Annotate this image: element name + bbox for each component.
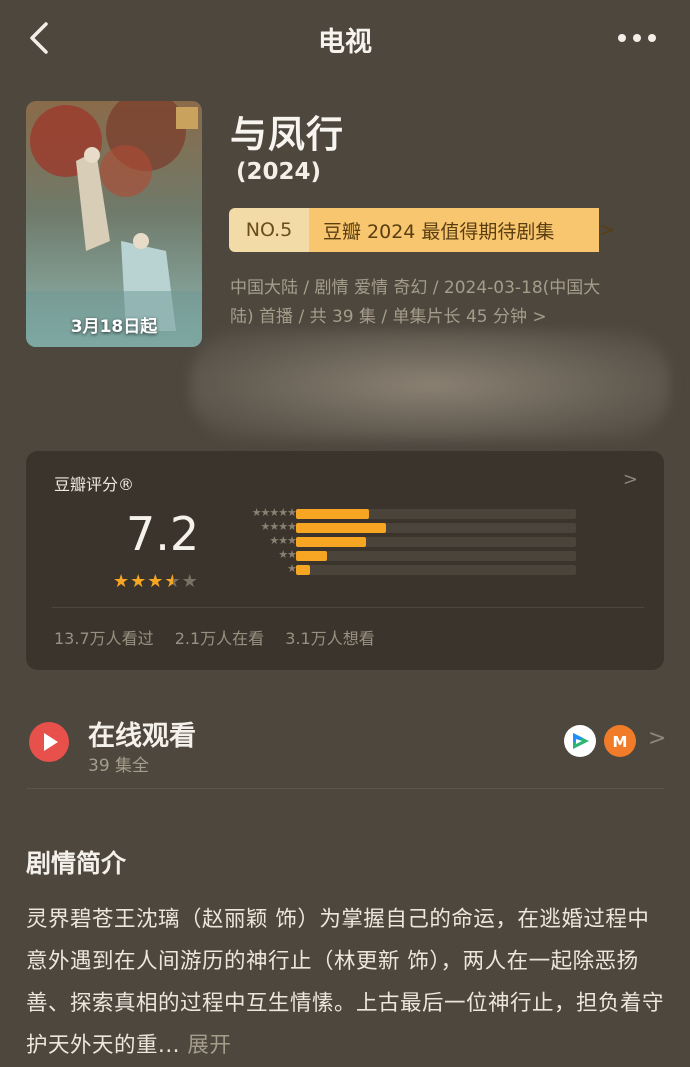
play-icon [29,722,69,762]
distribution-row: ★ [226,562,586,577]
distribution-track [296,509,576,519]
distribution-bar [296,537,366,547]
page-title: 电视 [318,27,372,58]
chevron-right-icon: > [648,726,667,751]
chevron-right-icon[interactable]: > [623,469,638,490]
expand-link[interactable]: 展开 [187,1033,231,1058]
more-horizontal-icon [618,34,656,42]
star-icon: ★ [147,571,165,592]
divider [26,788,664,789]
star-icon: ★ [181,571,199,592]
star-icon: ★ [113,571,131,592]
watching-count[interactable]: 2.1万人在看 [175,629,264,648]
distribution-track [296,537,576,547]
show-meta-info[interactable]: 中国大陆 / 剧情 爱情 奇幻 / 2024-03-18(中国大 陆) 首播 /… [230,274,660,332]
meta-line-1: 中国大陆 / 剧情 爱情 奇幻 / 2024-03-18(中国大 [230,278,601,298]
rating-stats: 13.7万人看过 2.1万人在看 3.1万人想看 [54,625,391,649]
tencent-video-icon[interactable] [564,725,596,757]
distribution-track [296,523,576,533]
show-year: (2024) [236,159,322,185]
poster-image[interactable]: 3月18日起 [26,101,202,347]
episode-count: 39 集全 [88,756,150,776]
mango-tv-icon[interactable]: M [604,725,636,757]
rating-score: 7.2 [126,507,200,561]
star-icon: ★ [130,571,148,592]
distribution-stars: ★★★ [269,534,297,547]
rank-label: 豆瓣 2024 最值得期待剧集 [309,208,600,252]
synopsis-body: 灵界碧苍王沈璃（赵丽颖 饰）为掌握自己的命运，在逃婚过程中意外遇到在人间游历的神… [26,907,665,1058]
distribution-track [296,551,576,561]
distribution-bar [296,509,369,519]
redaction-blur [190,330,670,440]
watch-title: 在线观看 [88,721,196,752]
distribution-stars: ★★ [278,548,297,561]
divider [52,607,644,608]
poster-caption: 3月18日起 [70,317,158,337]
distribution-bar [296,565,310,575]
rating-card[interactable]: 豆瓣评分® > 7.2 ★★★★★ ★★★★★ ★★★★ ★★★ ★★ ★ 13.7万人… [26,451,664,670]
top-bar: 电视 [0,0,690,78]
chevron-right-icon: > [599,219,615,241]
svg-text:M: M [613,733,628,751]
rank-number: NO.5 [229,208,309,252]
star-icon: ★ [164,571,182,592]
synopsis-text: 灵界碧苍王沈璃（赵丽颖 饰）为掌握自己的命运，在逃婚过程中意外遇到在人间游历的神… [26,899,666,1067]
poster-art [26,101,202,347]
want-count[interactable]: 3.1万人想看 [285,629,374,648]
synopsis-heading: 剧情简介 [26,849,127,878]
ranking-badge[interactable]: NO.5 豆瓣 2024 最值得期待剧集 > [229,208,629,252]
distribution-bar [296,523,386,533]
more-button[interactable] [612,26,662,50]
meta-line-2: 陆) 首播 / 共 39 集 / 单集片长 45 分钟 > [230,307,547,327]
distribution-track [296,565,576,575]
distribution-row: ★★ [226,548,586,563]
show-title: 与凤行 [230,113,344,156]
distribution-stars: ★★★★ [260,520,297,533]
distribution-stars: ★ [287,562,297,575]
watch-online-row[interactable]: 在线观看 39 集全 M > [26,700,667,788]
distribution-stars: ★★★★★ [251,506,297,519]
watched-count[interactable]: 13.7万人看过 [54,629,154,648]
distribution-bar [296,551,327,561]
rating-label: 豆瓣评分® [54,475,135,494]
rating-stars: ★★★★★ [113,571,199,592]
